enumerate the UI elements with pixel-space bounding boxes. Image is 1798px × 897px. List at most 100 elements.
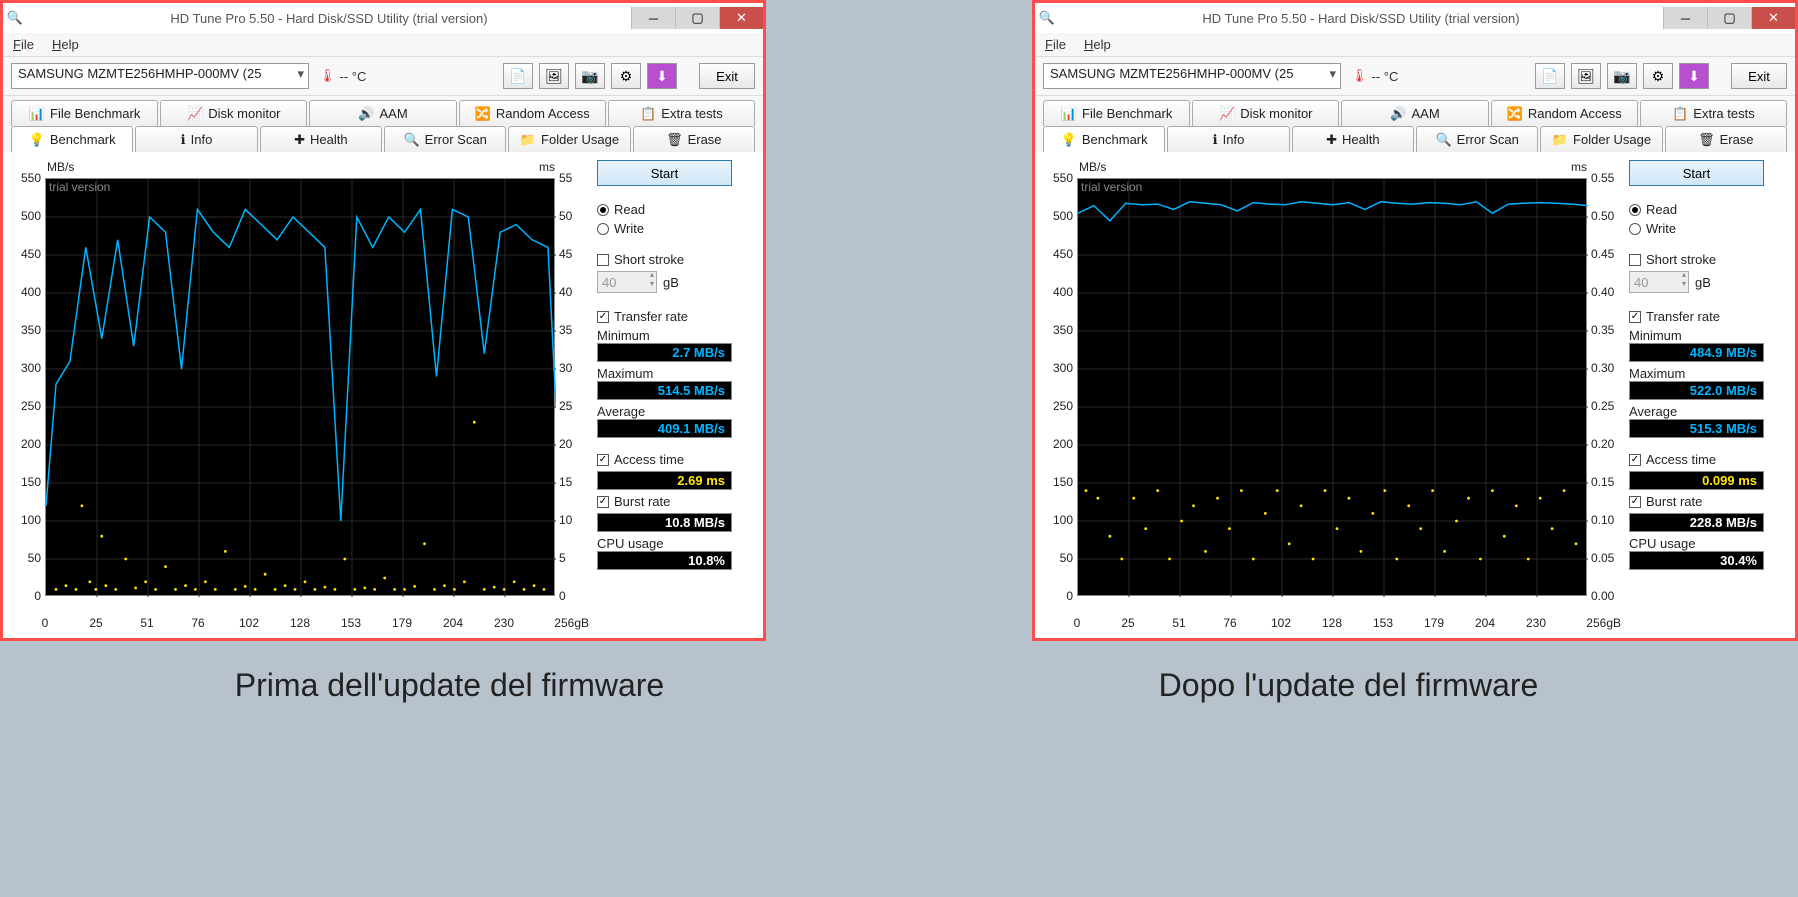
maximize-button[interactable]: ▢ bbox=[675, 7, 719, 29]
write-radio[interactable]: Write bbox=[597, 221, 732, 236]
tab-icon: 🔀 bbox=[1507, 106, 1523, 122]
menu-file[interactable]: File bbox=[1045, 37, 1066, 52]
tab-aam[interactable]: 🔊AAM bbox=[309, 100, 456, 126]
tab-benchmark[interactable]: 💡Benchmark bbox=[11, 126, 133, 152]
tab-icon: 🔀 bbox=[475, 106, 491, 122]
tab-icon: 📈 bbox=[187, 106, 203, 122]
copy-info-button[interactable]: 📄 bbox=[1535, 63, 1565, 89]
copy-info-button[interactable]: 📄 bbox=[503, 63, 533, 89]
tab-disk-monitor[interactable]: 📈Disk monitor bbox=[1192, 100, 1339, 126]
exit-button[interactable]: Exit bbox=[1731, 63, 1787, 89]
tab-icon: 📈 bbox=[1219, 106, 1235, 122]
tab-file-benchmark[interactable]: 📊File Benchmark bbox=[11, 100, 158, 126]
caption-right: Dopo l'update del firmware bbox=[899, 667, 1798, 704]
menu-help[interactable]: Help bbox=[1084, 37, 1111, 52]
tab-health[interactable]: ✚Health bbox=[260, 126, 382, 152]
short-stroke-value[interactable]: 40 bbox=[597, 271, 657, 293]
tab-extra-tests[interactable]: 📋Extra tests bbox=[1640, 100, 1787, 126]
tab-icon: 💡 bbox=[29, 132, 45, 148]
chart-svg bbox=[1078, 179, 1588, 597]
close-button[interactable]: ✕ bbox=[719, 7, 763, 29]
burst-rate-checkbox[interactable]: Burst rate bbox=[1629, 494, 1764, 509]
options-button[interactable]: ⚙ bbox=[1643, 63, 1673, 89]
tab-benchmark[interactable]: 💡Benchmark bbox=[1043, 126, 1165, 152]
save-button[interactable]: ⬇ bbox=[1679, 63, 1709, 89]
window-title: HD Tune Pro 5.50 - Hard Disk/SSD Utility… bbox=[1059, 11, 1663, 26]
screenshot-button[interactable]: 📷 bbox=[575, 63, 605, 89]
menu-file[interactable]: File bbox=[13, 37, 34, 52]
close-button[interactable]: ✕ bbox=[1751, 7, 1795, 29]
tab-folder-usage[interactable]: 📁Folder Usage bbox=[1540, 126, 1662, 152]
tab-icon: 🔍 bbox=[1435, 132, 1451, 148]
trial-watermark: trial version bbox=[1081, 180, 1142, 194]
thermometer-icon: 🌡 bbox=[319, 68, 336, 84]
maximum-value: 522.0 MB/s bbox=[1629, 381, 1764, 400]
temperature-readout: 🌡 -- °C bbox=[315, 68, 370, 84]
tab-extra-tests[interactable]: 📋Extra tests bbox=[608, 100, 755, 126]
average-value: 409.1 MB/s bbox=[597, 419, 732, 438]
write-radio[interactable]: Write bbox=[1629, 221, 1764, 236]
screenshot-button[interactable]: 📷 bbox=[1607, 63, 1637, 89]
tab-icon: 📊 bbox=[29, 106, 45, 122]
drive-dropdown[interactable]: SAMSUNG MZMTE256HMHP-000MV (25 bbox=[11, 63, 309, 89]
app-icon: 🔍 bbox=[3, 10, 27, 26]
short-stroke-value[interactable]: 40 bbox=[1629, 271, 1689, 293]
minimize-button[interactable]: ─ bbox=[1663, 7, 1707, 29]
tab-icon: 📋 bbox=[640, 106, 656, 122]
tab-aam[interactable]: 🔊AAM bbox=[1341, 100, 1488, 126]
transfer-rate-checkbox[interactable]: Transfer rate bbox=[597, 309, 732, 324]
tab-error-scan[interactable]: 🔍Error Scan bbox=[384, 126, 506, 152]
burst-rate-checkbox[interactable]: Burst rate bbox=[597, 494, 732, 509]
start-button[interactable]: Start bbox=[1629, 160, 1764, 186]
y-axis-left-label: MB/s bbox=[1079, 160, 1106, 174]
tab-erase[interactable]: 🗑Erase bbox=[633, 126, 755, 152]
tab-icon: 📁 bbox=[520, 132, 536, 148]
y-axis-right-label: ms bbox=[1571, 160, 1587, 174]
minimum-value: 2.7 MB/s bbox=[597, 343, 732, 362]
tab-error-scan[interactable]: 🔍Error Scan bbox=[1416, 126, 1538, 152]
titlebar: 🔍 HD Tune Pro 5.50 - Hard Disk/SSD Utili… bbox=[1035, 3, 1795, 33]
transfer-rate-checkbox[interactable]: Transfer rate bbox=[1629, 309, 1764, 324]
cpu-usage-value: 30.4% bbox=[1629, 551, 1764, 570]
exit-button[interactable]: Exit bbox=[699, 63, 755, 89]
tab-icon: 📊 bbox=[1061, 106, 1077, 122]
tab-icon: 🔊 bbox=[358, 106, 374, 122]
maximize-button[interactable]: ▢ bbox=[1707, 7, 1751, 29]
minimum-value: 484.9 MB/s bbox=[1629, 343, 1764, 362]
benchmark-chart: MB/s ms trial version 256gB 550500450400… bbox=[1043, 160, 1621, 630]
x-axis-unit: 256gB bbox=[1586, 616, 1621, 630]
tab-icon: 📋 bbox=[1672, 106, 1688, 122]
read-radio[interactable]: Read bbox=[597, 202, 732, 217]
tab-folder-usage[interactable]: 📁Folder Usage bbox=[508, 126, 630, 152]
options-button[interactable]: ⚙ bbox=[611, 63, 641, 89]
benchmark-chart: MB/s ms trial version 256gB 550500450400… bbox=[11, 160, 589, 630]
drive-dropdown[interactable]: SAMSUNG MZMTE256HMHP-000MV (25 bbox=[1043, 63, 1341, 89]
y-axis-right-label: ms bbox=[539, 160, 555, 174]
copy-screenshot-button[interactable]: 🖼 bbox=[1571, 63, 1601, 89]
tab-random-access[interactable]: 🔀Random Access bbox=[459, 100, 606, 126]
menu-help[interactable]: Help bbox=[52, 37, 79, 52]
tab-icon: ℹ bbox=[181, 132, 186, 148]
y-axis-left-label: MB/s bbox=[47, 160, 74, 174]
copy-screenshot-button[interactable]: 🖼 bbox=[539, 63, 569, 89]
tab-info[interactable]: ℹInfo bbox=[135, 126, 257, 152]
tab-icon: ✚ bbox=[1326, 132, 1337, 148]
short-stroke-checkbox[interactable]: Short stroke bbox=[1629, 252, 1764, 267]
access-time-value: 2.69 ms bbox=[597, 471, 732, 490]
tab-icon: ℹ bbox=[1213, 132, 1218, 148]
tab-health[interactable]: ✚Health bbox=[1292, 126, 1414, 152]
tab-icon: 📁 bbox=[1552, 132, 1568, 148]
access-time-checkbox[interactable]: Access time bbox=[597, 452, 732, 467]
start-button[interactable]: Start bbox=[597, 160, 732, 186]
read-radio[interactable]: Read bbox=[1629, 202, 1764, 217]
tab-file-benchmark[interactable]: 📊File Benchmark bbox=[1043, 100, 1190, 126]
minimize-button[interactable]: ─ bbox=[631, 7, 675, 29]
tab-random-access[interactable]: 🔀Random Access bbox=[1491, 100, 1638, 126]
access-time-checkbox[interactable]: Access time bbox=[1629, 452, 1764, 467]
tab-disk-monitor[interactable]: 📈Disk monitor bbox=[160, 100, 307, 126]
save-button[interactable]: ⬇ bbox=[647, 63, 677, 89]
short-stroke-checkbox[interactable]: Short stroke bbox=[597, 252, 732, 267]
tab-info[interactable]: ℹInfo bbox=[1167, 126, 1289, 152]
tab-erase[interactable]: 🗑Erase bbox=[1665, 126, 1787, 152]
thermometer-icon: 🌡 bbox=[1351, 68, 1368, 84]
